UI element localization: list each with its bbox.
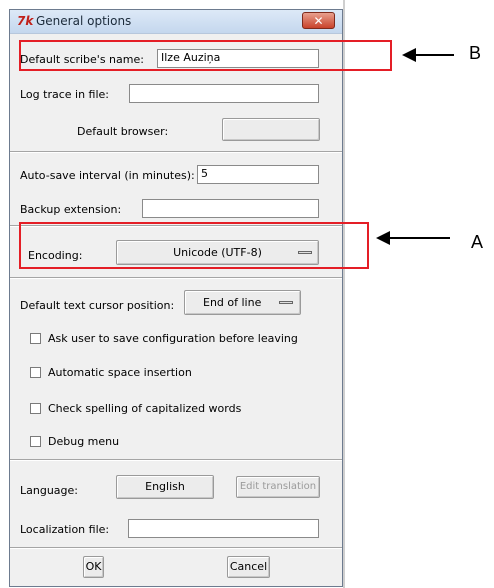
- edit-translation-button[interactable]: Edit translation: [236, 476, 320, 498]
- default-browser-button[interactable]: [222, 118, 320, 141]
- cursor-position-value: End of line: [203, 296, 262, 309]
- checkbox-save-config[interactable]: [30, 333, 41, 344]
- separator: [10, 151, 342, 153]
- general-options-dialog: 7k General options ✕ Default scribe's na…: [9, 9, 343, 587]
- arrow-a-line: [388, 237, 450, 239]
- cursor-position-menu-button[interactable]: End of line: [184, 290, 301, 315]
- close-icon: ✕: [313, 14, 324, 28]
- autosave-input[interactable]: 5: [197, 165, 319, 184]
- checkbox-check-spelling-label: Check spelling of capitalized words: [48, 402, 242, 415]
- chevron-down-icon: [279, 301, 293, 304]
- highlight-box-b: [19, 40, 392, 71]
- checkbox-space-insertion-label: Automatic space insertion: [48, 366, 192, 379]
- annotation-label-a: A: [471, 232, 484, 252]
- tk-icon: 7k: [17, 14, 34, 28]
- arrow-b-line: [414, 54, 454, 56]
- language-label: Language:: [20, 484, 78, 497]
- backup-extension-input[interactable]: [142, 199, 319, 218]
- default-browser-label: Default browser:: [77, 125, 169, 138]
- checkbox-space-insertion[interactable]: [30, 367, 41, 378]
- separator: [10, 547, 342, 549]
- log-trace-input[interactable]: [129, 84, 319, 103]
- close-button[interactable]: ✕: [302, 12, 335, 29]
- checkbox-save-config-label: Ask user to save configuration before le…: [48, 332, 298, 345]
- cursor-position-label: Default text cursor position:: [20, 299, 175, 312]
- checkbox-check-spelling[interactable]: [30, 403, 41, 414]
- window-title: General options: [36, 14, 132, 28]
- cancel-button[interactable]: Cancel: [227, 556, 270, 578]
- backup-extension-label: Backup extension:: [20, 203, 122, 216]
- localization-file-input[interactable]: [128, 519, 319, 538]
- localization-file-label: Localization file:: [20, 523, 110, 536]
- title-bar[interactable]: 7k General options ✕: [10, 10, 342, 34]
- ok-button[interactable]: OK: [83, 556, 104, 578]
- checkbox-debug-menu-label: Debug menu: [48, 435, 120, 448]
- checkbox-debug-menu[interactable]: [30, 436, 41, 447]
- separator: [10, 459, 342, 461]
- separator: [10, 277, 342, 279]
- autosave-label: Auto-save interval (in minutes):: [20, 169, 195, 182]
- log-trace-label: Log trace in file:: [20, 88, 110, 101]
- highlight-box-a: [19, 222, 369, 269]
- annotation-label-b: B: [469, 43, 482, 63]
- language-button[interactable]: English: [116, 475, 214, 499]
- background-window-edge: [343, 0, 345, 588]
